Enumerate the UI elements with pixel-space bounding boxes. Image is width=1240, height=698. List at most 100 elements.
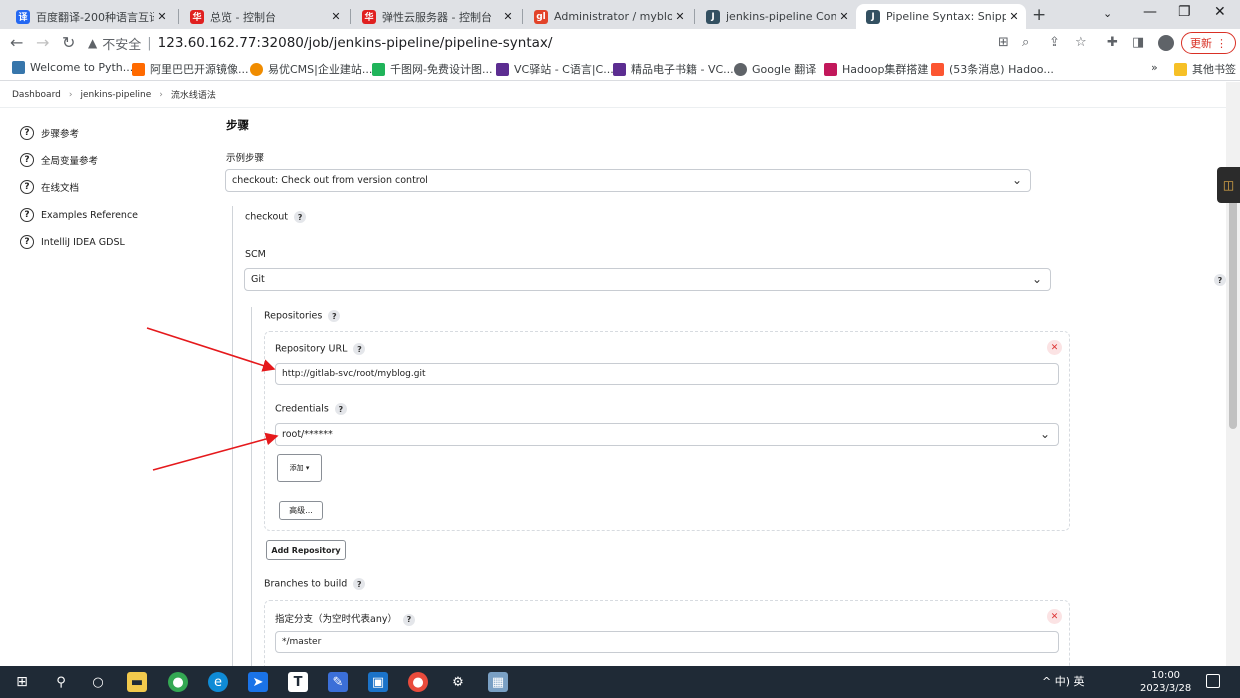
xshell-icon[interactable]: ● [408, 672, 428, 692]
restore-button[interactable]: ❐ [1178, 4, 1191, 20]
repo-url-input[interactable]: http://gitlab-svc/root/myblog.git [275, 363, 1059, 385]
close-icon[interactable]: ✕ [500, 10, 516, 23]
huawei-icon: 华 [190, 9, 204, 24]
sidebar-item-examples-reference[interactable]: ? Examples Reference [20, 208, 138, 222]
profile-avatar[interactable] [1158, 35, 1174, 51]
bookmark-ebooks[interactable]: 精品电子书籍 - VC... [613, 61, 734, 77]
select-value: checkout: Check out from version control [232, 175, 428, 186]
sidebar-item-global-variables[interactable]: ? 全局变量参考 [20, 153, 98, 167]
help-icon[interactable]: ? [1214, 274, 1226, 286]
help-icon[interactable]: ? [334, 403, 347, 415]
help-circle-icon: ? [20, 126, 34, 140]
app-icon[interactable]: ▦ [488, 672, 508, 692]
add-repository-button[interactable]: Add Repository [266, 540, 346, 560]
bookmark-csdn[interactable]: (53条消息) Hadoo... [931, 61, 1054, 77]
zoom-icon[interactable]: ⌕ [1022, 35, 1029, 50]
reload-button[interactable]: ↻ [62, 33, 75, 52]
notepad-icon[interactable]: ✎ [328, 672, 348, 692]
chevron-down-icon: ⌄ [1011, 173, 1022, 187]
sample-step-label: 示例步骤 [226, 153, 265, 164]
windows-start-icon[interactable]: ⊞ [12, 672, 32, 692]
extensions-icon[interactable]: ✚ [1107, 35, 1118, 50]
close-icon[interactable]: ✕ [1006, 10, 1022, 23]
file-explorer-icon[interactable]: ▬ [127, 672, 147, 692]
bookmark-label: Welcome to Pyth... [30, 61, 134, 74]
bookmark-58pic[interactable]: 千图网-免费设计图... [372, 61, 492, 77]
feishu-icon[interactable]: ➤ [248, 672, 268, 692]
bookmarks-overflow[interactable]: » [1151, 61, 1158, 74]
translate-icon[interactable]: ⊞ [998, 35, 1009, 50]
bookmark-star-icon[interactable]: ☆ [1075, 35, 1087, 50]
tab-search-icon[interactable]: ⌄ [1103, 7, 1112, 20]
tab-huawei-ecs[interactable]: 华 弹性云服务器 - 控制台 ✕ [352, 4, 520, 29]
tab-baidu-translate[interactable]: 译 百度翻译-200种语言互译、 ✕ [6, 4, 174, 29]
sidebar-item-online-docs[interactable]: ? 在线文档 [20, 180, 79, 194]
bookmark-google-translate[interactable]: Google 翻译 [734, 61, 816, 77]
tab-strip: 译 百度翻译-200种语言互译、 ✕ 华 总览 - 控制台 ✕ 华 弹性云服务器… [0, 0, 1240, 29]
close-icon[interactable]: ✕ [836, 10, 852, 23]
help-icon[interactable]: ? [328, 310, 341, 322]
breadcrumb-pipeline-syntax[interactable]: 流水线语法 [171, 88, 216, 101]
bookmark-hadoop[interactable]: Hadoop集群搭建 [824, 61, 928, 77]
typora-icon[interactable]: T [288, 672, 308, 692]
sidebar-item-intellij-gdsl[interactable]: ? IntelliJ IDEA GDSL [20, 235, 125, 249]
scm-select[interactable]: Git ⌄ [244, 268, 1051, 291]
close-window-button[interactable]: ✕ [1214, 4, 1226, 20]
scroll-thumb[interactable] [1229, 167, 1237, 429]
advanced-button[interactable]: 高级... [279, 501, 323, 520]
bookmark-vcyz[interactable]: VC驿站 - C语言|C... [496, 61, 614, 77]
system-tray[interactable]: ^ 中) 英 [1042, 673, 1085, 689]
help-icon[interactable]: ? [353, 578, 366, 590]
bookmark-python[interactable]: Welcome to Pyth... [12, 61, 133, 74]
hadoop-icon [824, 62, 837, 76]
forward-button[interactable]: → [36, 33, 49, 52]
bookmark-eyoucms[interactable]: 易优CMS|企业建站... [250, 61, 372, 77]
help-icon[interactable]: ? [294, 211, 307, 223]
breadcrumb-dashboard[interactable]: Dashboard [12, 90, 61, 100]
add-credentials-button[interactable]: 添加 ▾ [277, 454, 322, 482]
chrome-icon[interactable]: ● [168, 672, 188, 692]
sample-step-select[interactable]: checkout: Check out from version control… [225, 169, 1031, 192]
side-widget-icon[interactable]: ◫ [1217, 167, 1240, 203]
side-panel-icon[interactable]: ◨ [1132, 35, 1144, 50]
help-icon[interactable]: ? [402, 613, 415, 626]
bookmark-label: Google 翻译 [752, 63, 817, 76]
update-button[interactable]: 更新 ⋮ [1181, 32, 1236, 54]
remove-branch-icon[interactable]: ✕ [1047, 609, 1062, 624]
sidebar-item-step-reference[interactable]: ? 步骤参考 [20, 126, 79, 140]
settings-gear-icon[interactable]: ⚙ [448, 672, 468, 692]
close-icon[interactable]: ✕ [328, 10, 344, 23]
branch-specifier-input[interactable]: */master [275, 631, 1059, 653]
clock[interactable]: 10:00 2023/3/28 [1140, 669, 1191, 695]
scm-label: SCM [245, 249, 266, 260]
back-button[interactable]: ← [10, 33, 23, 52]
remove-repository-icon[interactable]: ✕ [1047, 340, 1062, 355]
sidebar-item-label: Examples Reference [41, 209, 139, 221]
search-icon[interactable]: ⚲ [51, 672, 71, 692]
chevron-down-icon: ⌄ [1031, 272, 1042, 286]
bookmark-label: 精品电子书籍 - VC... [631, 63, 734, 76]
sidebar-item-label: 在线文档 [41, 183, 80, 194]
edge-icon[interactable]: e [208, 672, 228, 692]
tab-huawei-overview[interactable]: 华 总览 - 控制台 ✕ [180, 4, 348, 29]
tab-title: Pipeline Syntax: Snippet G [886, 10, 1006, 23]
address-bar[interactable]: ▲ 不安全 | 123.60.162.77:32080/job/jenkins-… [88, 31, 988, 55]
notification-icon[interactable] [1206, 674, 1220, 688]
breadcrumb-job[interactable]: jenkins-pipeline [80, 90, 151, 100]
minimize-button[interactable]: — [1143, 4, 1157, 20]
new-tab-button[interactable]: + [1032, 5, 1046, 25]
tab-jenkins-config[interactable]: J jenkins-pipeline Config [J ✕ [696, 4, 856, 29]
remote-desktop-icon[interactable]: ▣ [368, 672, 388, 692]
help-icon[interactable]: ? [353, 343, 366, 355]
close-icon[interactable]: ✕ [672, 10, 688, 23]
tab-gitlab[interactable]: gl Administrator / myblog ✕ [524, 4, 692, 29]
bookmark-aliyun[interactable]: 阿里巴巴开源镜像... [132, 61, 249, 77]
task-view-icon[interactable]: ○ [88, 672, 108, 692]
other-bookmarks[interactable]: 其他书签 [1174, 61, 1236, 77]
credentials-select[interactable]: root/****** ⌄ [275, 423, 1059, 446]
bookmark-label: 其他书签 [1192, 63, 1236, 76]
bookmark-label: 易优CMS|企业建站... [268, 63, 373, 76]
close-icon[interactable]: ✕ [154, 10, 170, 23]
tab-pipeline-syntax[interactable]: J Pipeline Syntax: Snippet G ✕ [856, 4, 1026, 29]
share-icon[interactable]: ⇪ [1049, 35, 1060, 50]
